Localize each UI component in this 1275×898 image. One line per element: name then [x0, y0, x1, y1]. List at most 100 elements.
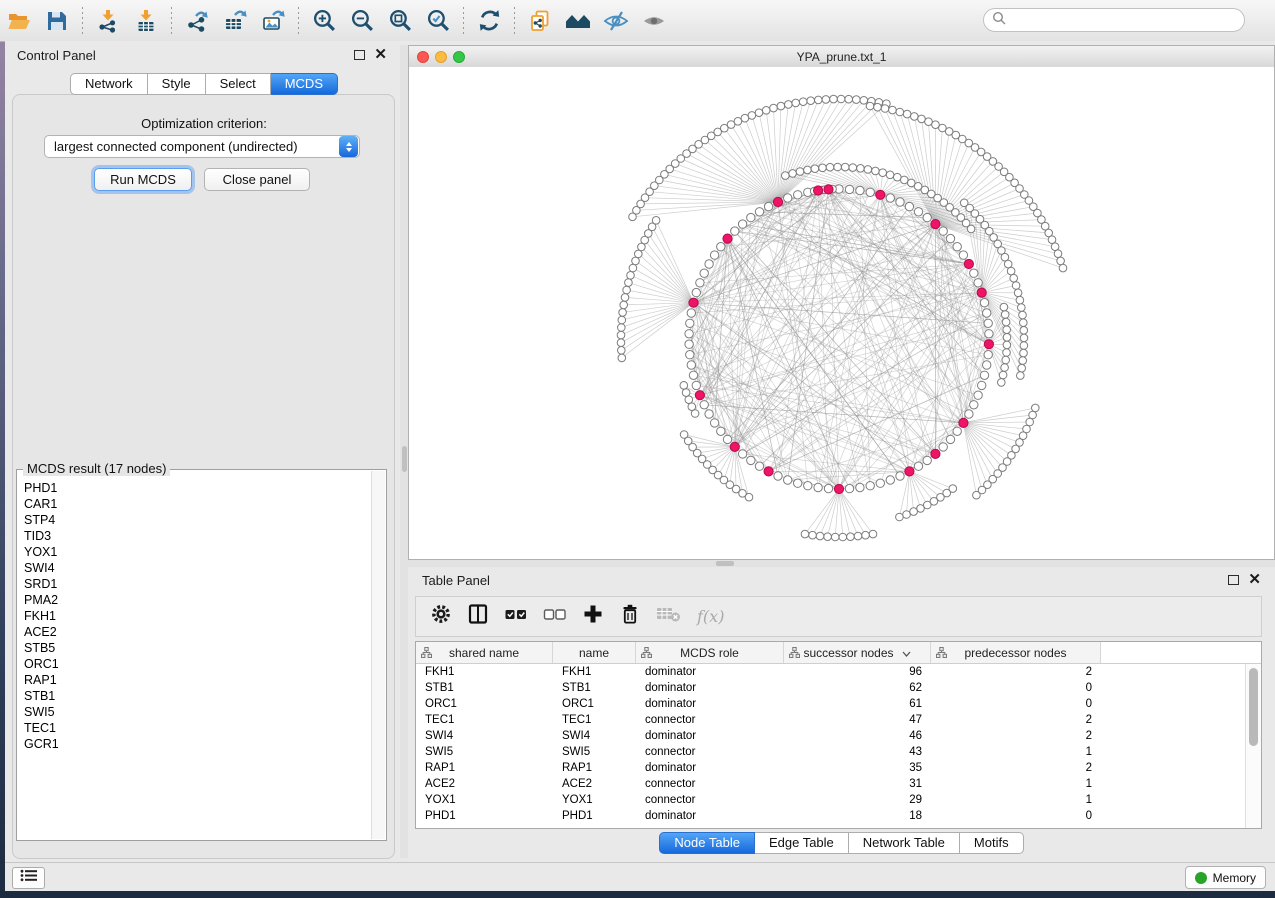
import-network-button[interactable]: [89, 6, 127, 36]
close-panel-icon[interactable]: ✕: [1248, 575, 1261, 585]
close-panel-icon[interactable]: ✕: [374, 50, 387, 60]
import-table-button[interactable]: [127, 6, 165, 36]
mcds-result-item[interactable]: SWI4: [18, 560, 372, 576]
zoom-in-button[interactable]: [305, 6, 343, 36]
function-builder-button[interactable]: f(x): [697, 603, 724, 631]
mcds-result-item[interactable]: FKH1: [18, 608, 372, 624]
column-header-name[interactable]: name: [553, 642, 636, 663]
splitter-grip[interactable]: [402, 446, 407, 472]
mcds-result-item[interactable]: GCR1: [18, 736, 372, 752]
toolbar-separator: [171, 7, 172, 35]
table-scrollbar[interactable]: [1245, 664, 1261, 828]
sort-chevron-icon[interactable]: [902, 646, 911, 660]
table-row[interactable]: FKH1 FKH1 dominator 96 2: [416, 664, 1246, 680]
export-network-button[interactable]: [178, 6, 216, 36]
tab-network[interactable]: Network: [70, 73, 148, 95]
select-all-button[interactable]: [504, 603, 528, 631]
status-bar: Memory: [5, 862, 1275, 891]
mcds-result-item[interactable]: STB5: [18, 640, 372, 656]
tab-motifs[interactable]: Motifs: [960, 832, 1024, 854]
memory-button[interactable]: Memory: [1185, 866, 1266, 889]
scrollbar-thumb[interactable]: [1249, 668, 1258, 746]
save-session-button[interactable]: [38, 6, 76, 36]
toolbar-separator: [514, 7, 515, 35]
toolbar-separator: [82, 7, 83, 35]
first-neighbors-button[interactable]: [559, 6, 597, 36]
mcds-result-item[interactable]: PHD1: [18, 480, 372, 496]
mcds-result-item[interactable]: CAR1: [18, 496, 372, 512]
export-image-button[interactable]: [254, 6, 292, 36]
table-row[interactable]: ORC1 ORC1 dominator 61 0: [416, 696, 1246, 712]
export-table-button[interactable]: [216, 6, 254, 36]
close-panel-button[interactable]: Close panel: [204, 168, 310, 191]
table-row[interactable]: YOX1 YOX1 connector 29 1: [416, 792, 1246, 808]
run-mcds-button[interactable]: Run MCDS: [94, 168, 192, 191]
add-column-button[interactable]: [582, 603, 604, 631]
open-session-button[interactable]: [0, 6, 38, 36]
column-label: predecessor nodes: [964, 646, 1066, 660]
deselect-all-button[interactable]: [543, 603, 567, 631]
tab-edge-table[interactable]: Edge Table: [755, 832, 849, 854]
show-all-button[interactable]: [635, 6, 673, 36]
show-columns-button[interactable]: [467, 603, 489, 631]
mcds-result-item[interactable]: SRD1: [18, 576, 372, 592]
column-header-predecessor-nodes[interactable]: predecessor nodes: [931, 642, 1101, 663]
tab-style[interactable]: Style: [148, 73, 206, 95]
delete-table-button[interactable]: [656, 603, 682, 631]
mcds-result-item[interactable]: ORC1: [18, 656, 372, 672]
tab-node-table[interactable]: Node Table: [659, 832, 755, 854]
hide-selection-button[interactable]: [597, 6, 635, 36]
table-settings-button[interactable]: [430, 603, 452, 631]
column-header-successor-nodes[interactable]: successor nodes: [784, 642, 931, 663]
float-panel-icon[interactable]: [1228, 575, 1239, 585]
zoom-fit-button[interactable]: [381, 6, 419, 36]
memory-status-icon: [1195, 872, 1207, 884]
tab-network-table[interactable]: Network Table: [849, 832, 960, 854]
log-console-button[interactable]: [12, 867, 45, 889]
mcds-result-item[interactable]: STB1: [18, 688, 372, 704]
column-header-mcds-role[interactable]: MCDS role: [636, 642, 784, 663]
horizontal-splitter[interactable]: [408, 560, 1275, 567]
toolbar-separator: [463, 7, 464, 35]
apply-layout-button[interactable]: [470, 6, 508, 36]
network-canvas[interactable]: [409, 67, 1274, 559]
refresh-layout-icon: [477, 8, 502, 33]
table-row[interactable]: PHD1 PHD1 dominator 18 0: [416, 808, 1246, 824]
search-field[interactable]: [983, 8, 1245, 32]
optimization-criterion-select[interactable]: largest connected component (undirected): [44, 135, 360, 158]
vertical-splitter[interactable]: [400, 45, 408, 858]
search-input[interactable]: [1011, 12, 1244, 28]
cell-mcds-role: dominator: [636, 728, 784, 744]
attribute-type-icon: [789, 647, 800, 661]
network-graph[interactable]: [409, 67, 1274, 559]
table-row[interactable]: STB1 STB1 dominator 62 0: [416, 680, 1246, 696]
cell-predecessor-nodes: 2: [931, 728, 1101, 744]
zoom-out-button[interactable]: [343, 6, 381, 36]
splitter-grip[interactable]: [716, 561, 734, 566]
table-row[interactable]: SWI4 SWI4 dominator 46 2: [416, 728, 1246, 744]
mcds-result-item[interactable]: YOX1: [18, 544, 372, 560]
new-network-from-selection-button[interactable]: [521, 6, 559, 36]
zoom-selected-button[interactable]: [419, 6, 457, 36]
tab-mcds[interactable]: MCDS: [271, 73, 338, 95]
mcds-result-item[interactable]: TEC1: [18, 720, 372, 736]
mcds-result-item[interactable]: PMA2: [18, 592, 372, 608]
result-list-scrollbar[interactable]: [371, 471, 385, 839]
mcds-result-item[interactable]: TID3: [18, 528, 372, 544]
delete-column-button[interactable]: [619, 603, 641, 631]
table-row[interactable]: RAP1 RAP1 dominator 35 2: [416, 760, 1246, 776]
network-window-titlebar[interactable]: YPA_prune.txt_1: [409, 46, 1274, 68]
table-row[interactable]: ACE2 ACE2 connector 31 1: [416, 776, 1246, 792]
column-header-shared-name[interactable]: shared name: [416, 642, 553, 663]
table-row[interactable]: TEC1 TEC1 connector 47 2: [416, 712, 1246, 728]
table-row[interactable]: SWI5 SWI5 connector 43 1: [416, 744, 1246, 760]
mcds-result-item[interactable]: RAP1: [18, 672, 372, 688]
mcds-result-item[interactable]: SWI5: [18, 704, 372, 720]
cell-shared-name: ORC1: [416, 696, 553, 712]
table-toolbar: f(x): [415, 596, 1262, 637]
float-panel-icon[interactable]: [354, 50, 365, 60]
mcds-result-item[interactable]: STP4: [18, 512, 372, 528]
table-header-row: shared name name MCDS role successor nod…: [416, 642, 1261, 664]
mcds-result-item[interactable]: ACE2: [18, 624, 372, 640]
tab-select[interactable]: Select: [206, 73, 271, 95]
